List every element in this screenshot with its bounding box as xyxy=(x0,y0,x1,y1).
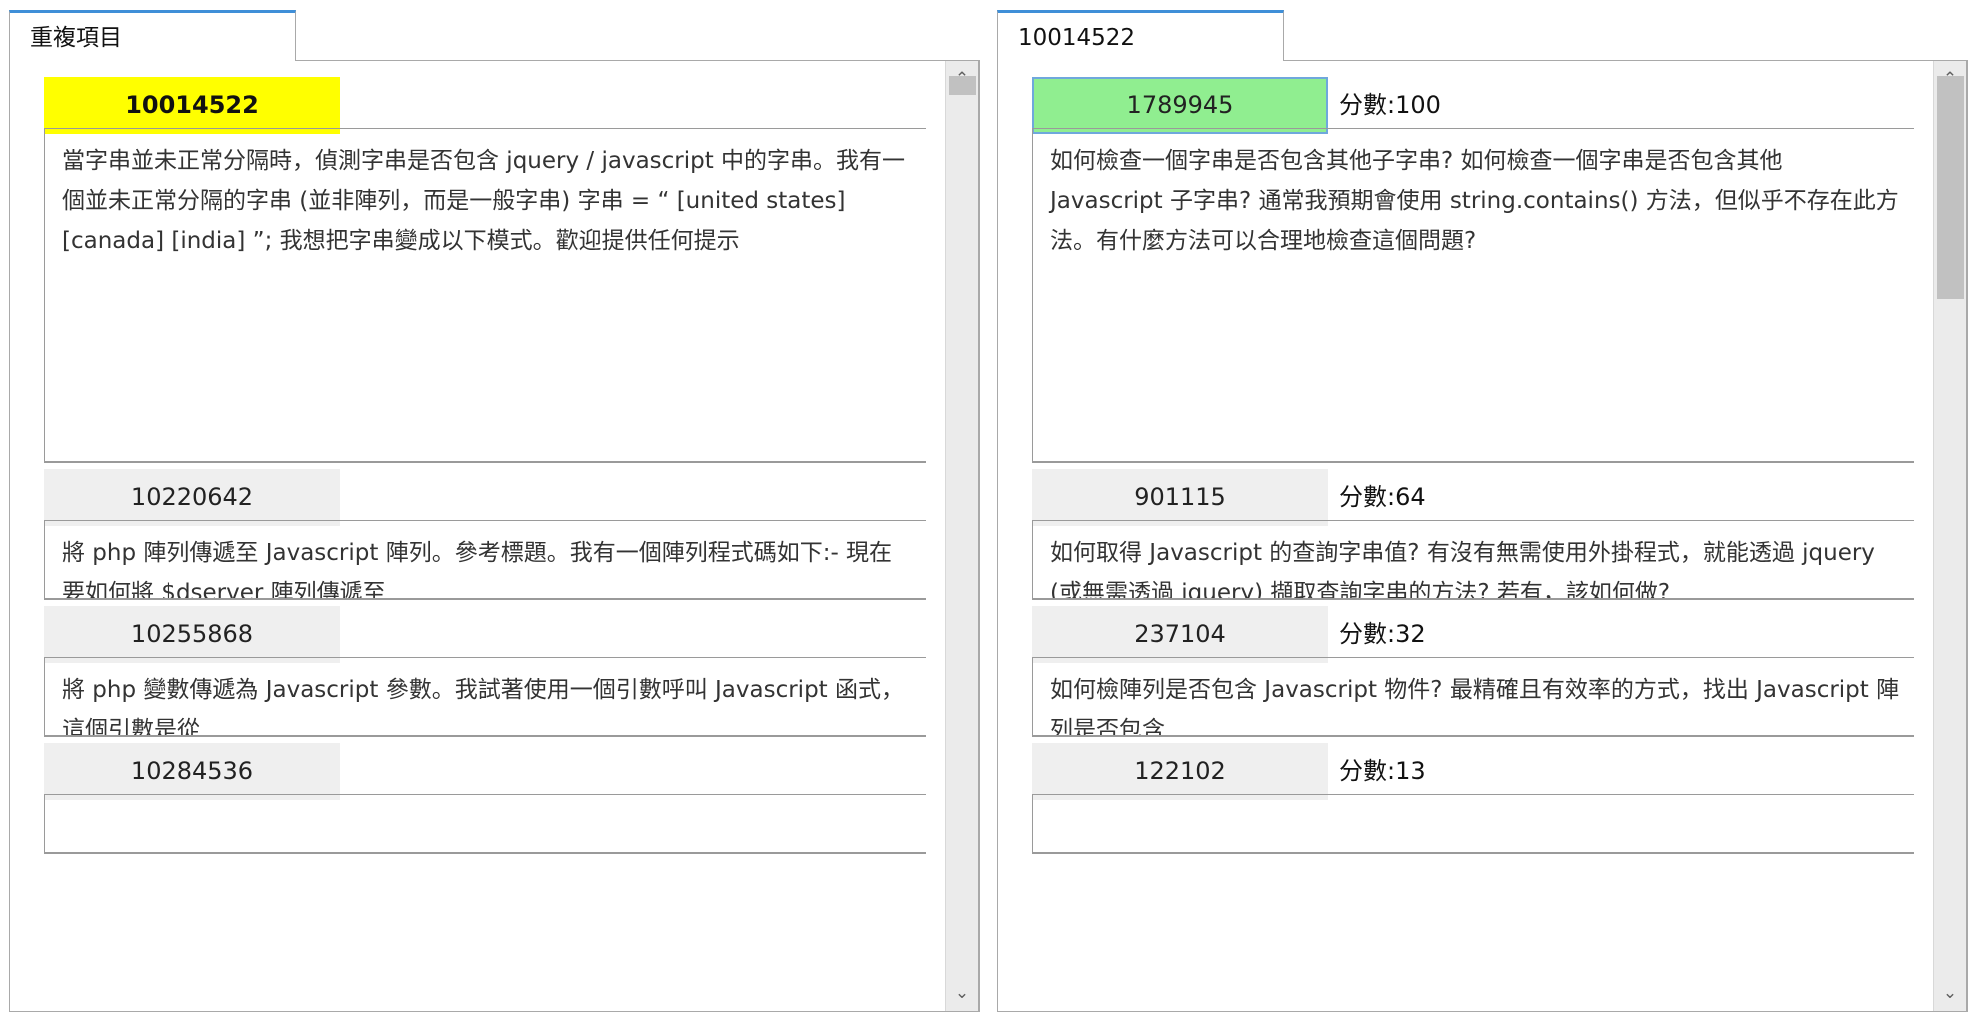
scrollbar-thumb[interactable] xyxy=(949,76,976,95)
item-text: 如何檢陣列是否包含 Javascript 物件? 最精確且有效率的方式，找出 J… xyxy=(1032,657,1914,737)
duplicates-list-frame: 10014522 當字串並未正常分隔時，偵測字串是否包含 jquery / ja… xyxy=(9,60,980,1012)
tab-selected-id[interactable]: 10014522 xyxy=(997,10,1284,61)
chevron-down-icon[interactable]: ⌄ xyxy=(1934,975,1966,1011)
tab-duplicates[interactable]: 重複項目 xyxy=(9,10,296,61)
item-id[interactable]: 901115 xyxy=(1032,469,1328,526)
item-text: 將 php 變數傳遞為 Javascript 參數。我試著使用一個引數呼叫 Ja… xyxy=(44,657,926,737)
vertical-scrollbar[interactable]: ⌃ ⌄ xyxy=(1933,61,1966,1011)
chevron-down-icon[interactable]: ⌄ xyxy=(946,975,978,1011)
scrollbar-thumb[interactable] xyxy=(1937,76,1964,299)
score-label: 分數:64 xyxy=(1339,483,1426,511)
item-text: 將 php 陣列傳遞至 Javascript 陣列。參考標題。我有一個陣列程式碼… xyxy=(44,520,926,600)
duplicates-list: 10014522 當字串並未正常分隔時，偵測字串是否包含 jquery / ja… xyxy=(10,61,945,1011)
item-id[interactable]: 10220642 xyxy=(44,469,340,526)
item-id[interactable]: 10284536 xyxy=(44,743,340,800)
item-id[interactable]: 10255868 xyxy=(44,606,340,663)
item-text xyxy=(44,794,926,854)
item-id-selected[interactable]: 1789945 xyxy=(1032,77,1328,134)
vertical-scrollbar[interactable]: ⌃ ⌄ xyxy=(945,61,978,1011)
item-id[interactable]: 122102 xyxy=(1032,743,1328,800)
item-id[interactable]: 237104 xyxy=(1032,606,1328,663)
item-text: 如何檢查一個字串是否包含其他子字串? 如何檢查一個字串是否包含其他 Javasc… xyxy=(1032,128,1914,463)
similar-questions-panel: 10014522 1789945 分數:100 如何檢查一個字串是否包含其他子字… xyxy=(988,0,1968,1024)
score-label: 分數:13 xyxy=(1339,757,1426,785)
item-text: 如何取得 Javascript 的查詢字串值? 有沒有無需使用外掛程式，就能透過… xyxy=(1032,520,1914,600)
item-text: 當字串並未正常分隔時，偵測字串是否包含 jquery / javascript … xyxy=(44,128,926,463)
item-id-selected[interactable]: 10014522 xyxy=(44,77,340,134)
duplicates-panel: 重複項目 10014522 當字串並未正常分隔時，偵測字串是否包含 jquery… xyxy=(0,0,980,1024)
score-label: 分數:100 xyxy=(1339,91,1441,119)
similar-list: 1789945 分數:100 如何檢查一個字串是否包含其他子字串? 如何檢查一個… xyxy=(998,61,1933,1011)
similar-list-frame: 1789945 分數:100 如何檢查一個字串是否包含其他子字串? 如何檢查一個… xyxy=(997,60,1968,1012)
item-text xyxy=(1032,794,1914,854)
score-label: 分數:32 xyxy=(1339,620,1426,648)
